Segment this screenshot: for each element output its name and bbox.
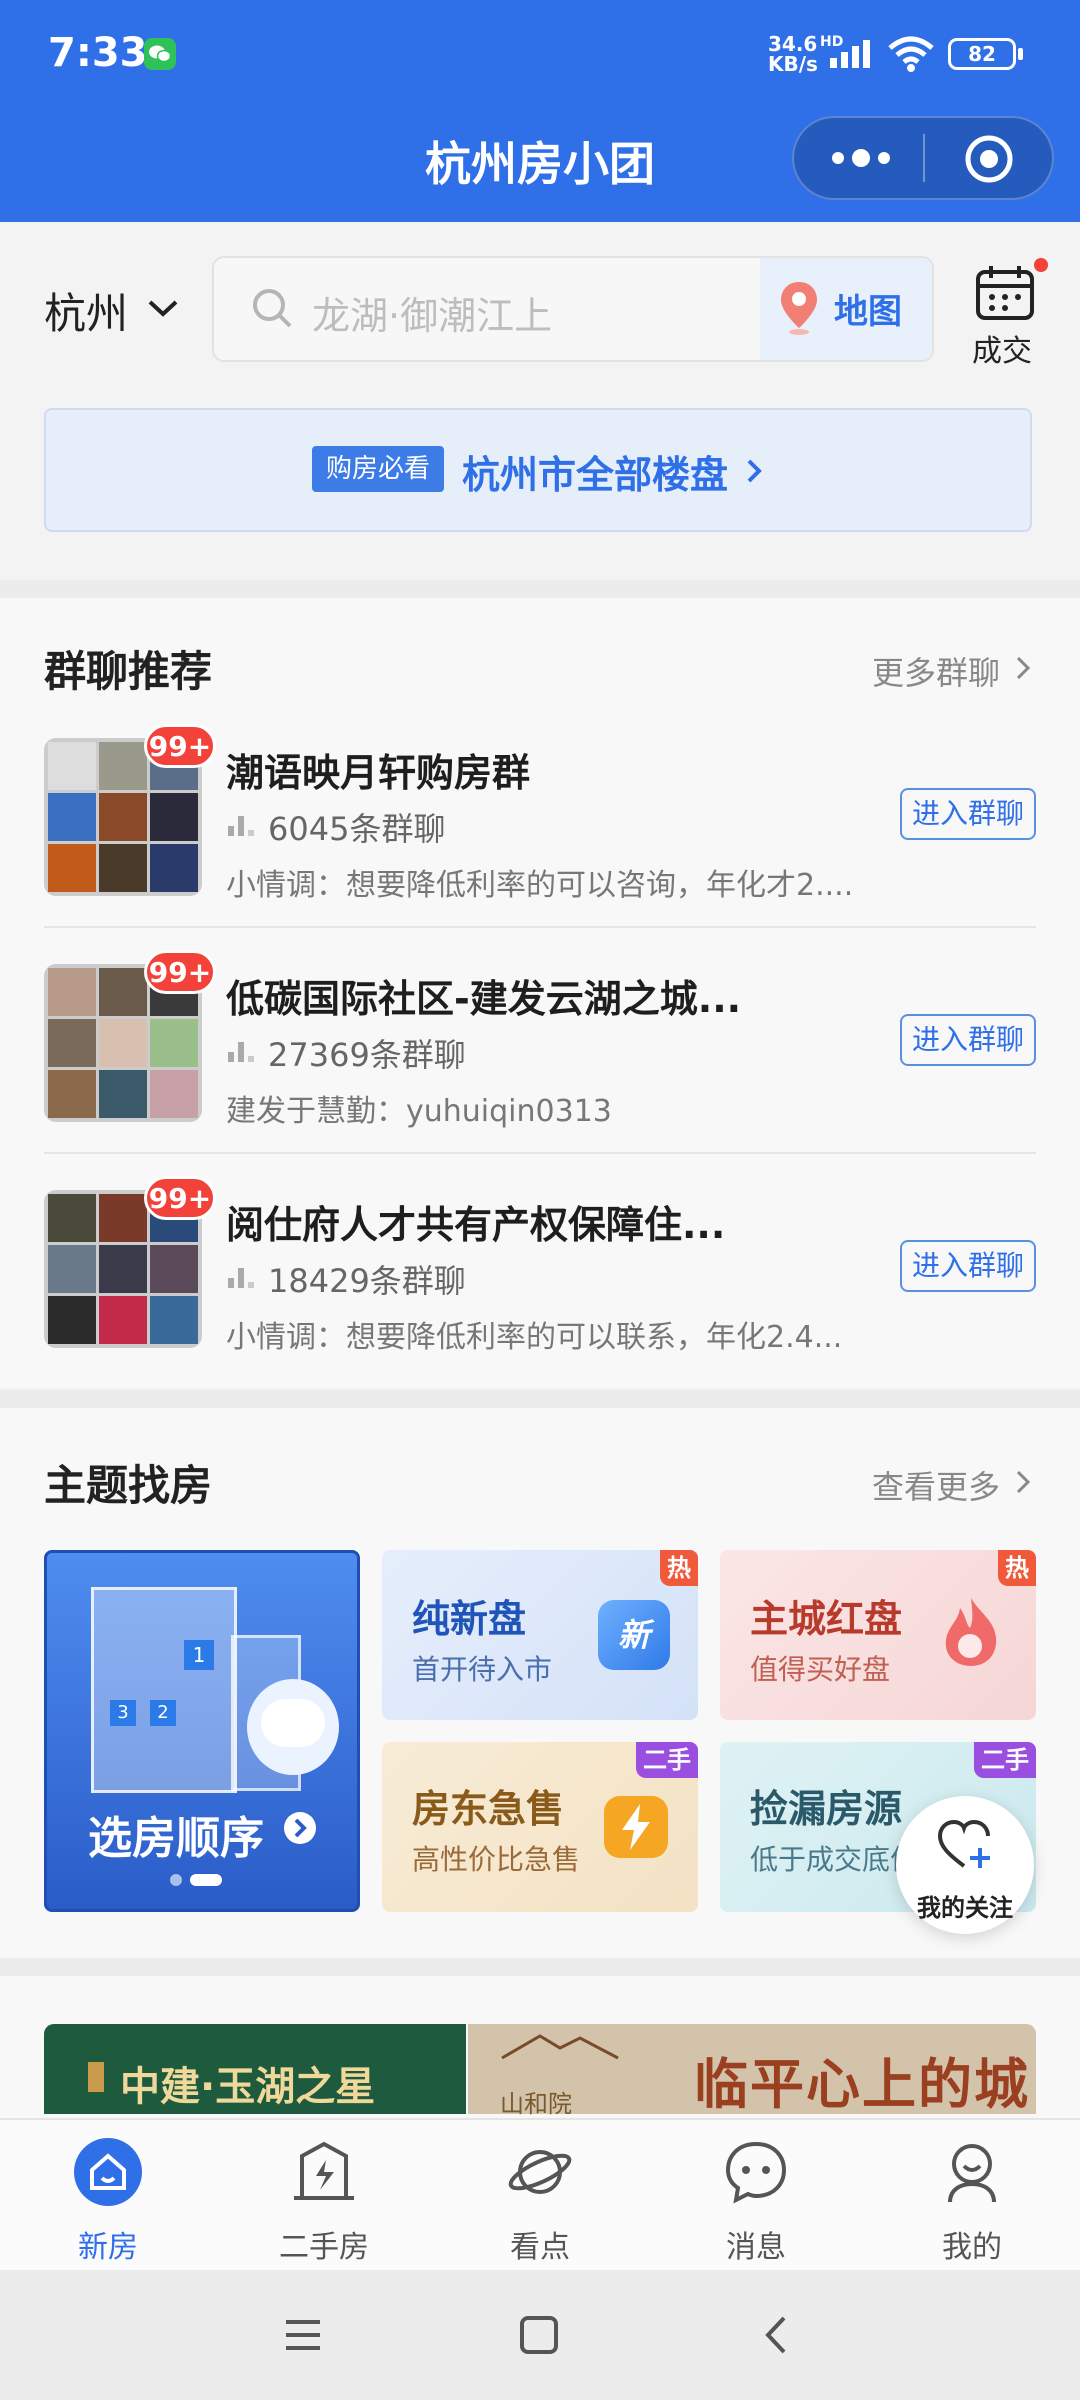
section-separator bbox=[0, 1390, 1080, 1408]
enter-group-button[interactable]: 进入群聊 bbox=[900, 1014, 1036, 1066]
deal-notification-dot bbox=[1034, 258, 1048, 272]
section-separator bbox=[0, 1958, 1080, 1976]
mountain-logo-icon bbox=[501, 2034, 619, 2060]
nav-item-profile[interactable]: 我的 bbox=[864, 2136, 1080, 2266]
nav-label: 消息 bbox=[726, 2230, 786, 2265]
person-icon bbox=[948, 2144, 996, 2203]
battery-indicator: 82 bbox=[948, 38, 1016, 70]
nav-label: 我的 bbox=[942, 2230, 1002, 2265]
city-selector[interactable]: 杭州 bbox=[44, 280, 128, 341]
section-separator bbox=[0, 580, 1080, 598]
heart-plus-icon bbox=[937, 1819, 990, 1868]
home-square-icon[interactable] bbox=[518, 2314, 560, 2356]
lightning-icon bbox=[604, 1796, 668, 1858]
map-label: 地图 bbox=[834, 292, 902, 332]
floor-number: 1 bbox=[184, 1640, 214, 1670]
search-placeholder: 龙湖·御潮江上 bbox=[312, 294, 553, 338]
group-name[interactable]: 阅仕府人才共有产权保障住... bbox=[226, 1194, 725, 1249]
tile-title: 纯新盘 bbox=[412, 1597, 527, 1641]
floor-number: 3 bbox=[110, 1700, 136, 1726]
hot-corner-badge: 热 bbox=[998, 1550, 1036, 1586]
section-title-theme: 主题找房 bbox=[44, 1461, 213, 1510]
more-dots-icon[interactable] bbox=[826, 138, 896, 178]
more-groups-link[interactable]: 更多群聊 bbox=[872, 648, 1000, 694]
unread-badge: 99+ bbox=[144, 724, 216, 768]
chevron-right-icon bbox=[747, 459, 762, 483]
home-icon bbox=[74, 2138, 142, 2206]
bar-chart-icon bbox=[228, 1042, 254, 1062]
nav-item-new-house[interactable]: 新房 bbox=[0, 2136, 216, 2266]
battery-tip bbox=[1018, 48, 1023, 60]
planet-icon bbox=[508, 2150, 572, 2194]
search-icon bbox=[253, 289, 292, 328]
tile-title: 房东急售 bbox=[412, 1787, 565, 1831]
ad-left-text: 中建·玉湖之星 bbox=[120, 2064, 376, 2110]
nav-label: 新房 bbox=[78, 2230, 138, 2265]
status-time: 7:33 bbox=[48, 30, 148, 76]
floor-number: 2 bbox=[150, 1700, 176, 1726]
ad-right-logo: 山和院 bbox=[500, 2090, 572, 2118]
group-last-message: 建发于慧勤：yuhuiqin0313 bbox=[226, 1094, 612, 1129]
chevron-down-icon[interactable] bbox=[146, 296, 180, 320]
map-pin-icon bbox=[781, 282, 817, 335]
new-icon: 新 bbox=[598, 1600, 670, 1670]
group-message-count: 27369条群聊 bbox=[268, 1036, 466, 1074]
nav-item-second-hand[interactable]: 二手房 bbox=[216, 2136, 432, 2266]
nav-item-highlights[interactable]: 看点 bbox=[432, 2136, 648, 2266]
list-divider bbox=[44, 1152, 1036, 1154]
wifi-icon bbox=[888, 36, 934, 72]
chevron-right-icon[interactable] bbox=[1014, 1468, 1032, 1496]
enter-group-button[interactable]: 进入群聊 bbox=[900, 788, 1036, 840]
hot-corner-badge: 热 bbox=[660, 1550, 698, 1586]
tile-title: 主城红盘 bbox=[750, 1597, 903, 1641]
chevron-right-icon[interactable] bbox=[1014, 654, 1032, 682]
my-follow-label: 我的关注 bbox=[917, 1894, 1013, 1922]
calendar-icon[interactable] bbox=[974, 262, 1036, 322]
carousel-dot bbox=[170, 1874, 182, 1886]
big-tile-label: 选房顺序 bbox=[88, 1813, 264, 1864]
signal-icon bbox=[830, 40, 870, 68]
tile-subtitle: 低于成交底价 bbox=[750, 1843, 900, 1876]
group-last-message: 小情调：想要降低利率的可以联系，年化2.4... bbox=[226, 1320, 843, 1355]
arrow-circle-icon bbox=[284, 1812, 316, 1844]
banner-text: 杭州市全部楼盘 bbox=[462, 453, 729, 497]
capsule-divider bbox=[923, 134, 925, 182]
group-last-message: 小情调：想要降低利率的可以咨询，年化才2.... bbox=[226, 868, 854, 903]
group-name[interactable]: 潮语映月轩购房群 bbox=[226, 742, 530, 797]
banner-tag: 购房必看 bbox=[312, 446, 444, 492]
tile-title: 捡漏房源 bbox=[750, 1787, 903, 1831]
net-speed: 34.6 KB/s bbox=[768, 32, 818, 76]
carousel-dot-active bbox=[190, 1874, 222, 1886]
back-icon[interactable] bbox=[756, 2314, 798, 2356]
deal-label[interactable]: 成交 bbox=[972, 326, 1032, 370]
close-mini-program-icon[interactable] bbox=[964, 134, 1014, 184]
wechat-icon bbox=[144, 38, 176, 70]
tile-subtitle: 首开待入市 bbox=[412, 1653, 553, 1686]
second-hand-corner-badge: 二手 bbox=[636, 1742, 698, 1778]
second-hand-house-icon bbox=[294, 2141, 354, 2200]
flame-icon bbox=[945, 1598, 997, 1666]
unread-badge: 99+ bbox=[144, 1176, 216, 1220]
nav-label: 看点 bbox=[510, 2230, 570, 2265]
list-divider bbox=[44, 926, 1036, 928]
chat-icon bbox=[725, 2141, 787, 2204]
second-hand-corner-badge: 二手 bbox=[974, 1742, 1036, 1778]
section-title-groups: 群聊推荐 bbox=[44, 647, 213, 696]
enter-group-button[interactable]: 进入群聊 bbox=[900, 1240, 1036, 1292]
nav-label: 二手房 bbox=[279, 2230, 369, 2265]
group-message-count: 18429条群聊 bbox=[268, 1262, 466, 1300]
bar-chart-icon bbox=[228, 816, 254, 836]
group-name[interactable]: 低碳国际社区-建发云湖之城... bbox=[226, 968, 741, 1023]
ad-left-logo-mark bbox=[88, 2062, 104, 2092]
tile-subtitle: 高性价比急售 bbox=[412, 1843, 581, 1876]
unread-badge: 99+ bbox=[144, 950, 216, 994]
menu-icon[interactable] bbox=[282, 2314, 324, 2356]
bar-chart-icon bbox=[228, 1268, 254, 1288]
ad-right-text: 临平心上的城 bbox=[694, 2053, 1030, 2116]
tile-subtitle: 值得买好盘 bbox=[750, 1653, 891, 1686]
see-more-link[interactable]: 查看更多 bbox=[872, 1462, 1000, 1508]
nav-item-messages[interactable]: 消息 bbox=[648, 2136, 864, 2266]
group-message-count: 6045条群聊 bbox=[268, 810, 446, 848]
